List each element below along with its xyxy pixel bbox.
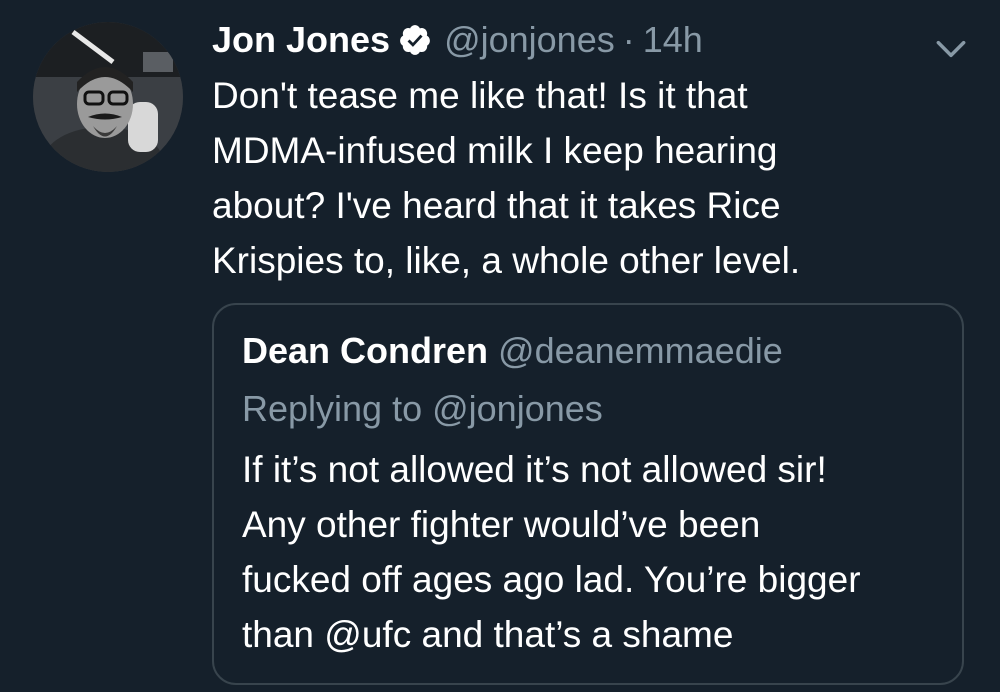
avatar-image: [33, 22, 183, 172]
quoted-text-line: Any other fighter would’ve been: [242, 504, 761, 545]
tweet-text: Don't tease me like that! Is it that MDM…: [212, 68, 952, 288]
tweet-timestamp[interactable]: 14h: [643, 14, 703, 66]
quoted-author-name: Dean Condren: [242, 330, 489, 371]
tweet[interactable]: Jon Jones @jonjones · 14h Don't tease me…: [0, 0, 1000, 692]
chevron-down-icon[interactable]: [932, 30, 970, 68]
quoted-text-line: fucked off ages ago lad. You’re bigger: [242, 559, 861, 600]
tweet-text-line: MDMA-infused milk I keep hearing: [212, 130, 778, 171]
tweet-text-line: Krispies to, like, a whole other level.: [212, 240, 801, 281]
author-name[interactable]: Jon Jones: [212, 14, 390, 66]
avatar[interactable]: [33, 22, 183, 172]
tweet-header: Jon Jones @jonjones · 14h: [212, 14, 972, 66]
tweet-content: Jon Jones @jonjones · 14h Don't tease me…: [212, 14, 972, 288]
quoted-text-line: If it’s not allowed it’s not allowed sir…: [242, 449, 827, 490]
verified-badge-icon: [400, 25, 430, 55]
author-handle[interactable]: @jonjones: [444, 14, 615, 66]
quoted-tweet-header: Dean Condren @deanemmaedie: [242, 325, 783, 377]
quoted-tweet-text: If it’s not allowed it’s not allowed sir…: [242, 442, 942, 662]
separator-dot: ·: [622, 19, 635, 60]
quoted-tweet[interactable]: Dean Condren @deanemmaedie Replying to @j…: [212, 303, 964, 685]
quoted-text-line: than @ufc and that’s a shame: [242, 614, 734, 655]
tweet-text-line: Don't tease me like that! Is it that: [212, 75, 748, 116]
quoted-author-handle: @deanemmaedie: [498, 330, 783, 371]
tweet-text-line: about? I've heard that it takes Rice: [212, 185, 781, 226]
replying-to-label: Replying to @jonjones: [242, 388, 603, 429]
